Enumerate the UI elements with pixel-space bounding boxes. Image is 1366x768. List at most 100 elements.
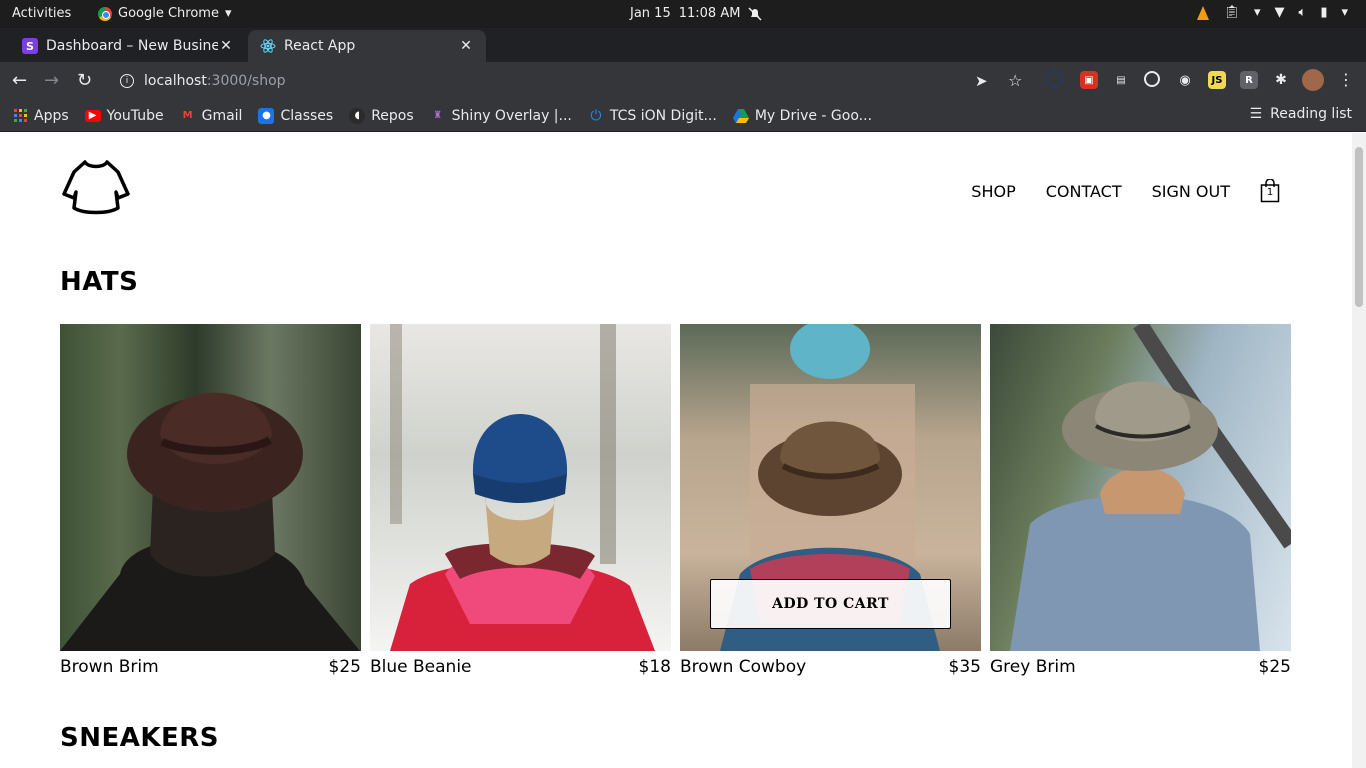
bookmark-my-drive[interactable]: My Drive - Goo... <box>732 107 873 124</box>
chrome-icon <box>98 6 112 21</box>
tab-react-app[interactable]: React App ✕ <box>248 30 486 62</box>
reading-list-label: Reading list <box>1270 106 1352 122</box>
reload-icon[interactable]: ↻ <box>77 70 92 91</box>
product-image <box>370 324 671 651</box>
product-card[interactable]: Brown Brim $25 <box>60 324 361 677</box>
url-host: localhost <box>144 73 207 89</box>
product-name: Grey Brim <box>990 657 1076 677</box>
scrollbar-thumb[interactable] <box>1355 147 1363 307</box>
nav-contact-link[interactable]: CONTACT <box>1046 182 1122 201</box>
github-icon: ◖ <box>349 107 366 124</box>
extension-print-icon[interactable]: ▤ <box>1112 71 1130 89</box>
youtube-icon: ▶ <box>84 109 101 122</box>
clock[interactable]: Jan 15 11:08 AM <box>630 6 762 21</box>
forward-arrow-icon[interactable]: → <box>44 70 59 91</box>
close-tab-icon[interactable]: ✕ <box>218 38 234 54</box>
bookmark-label: Gmail <box>201 107 243 124</box>
bookmark-gmail[interactable]: M Gmail <box>180 108 243 124</box>
site-info-icon[interactable]: i <box>120 74 134 88</box>
page-viewport: SHOP CONTACT SIGN OUT 1 HATS Brown Brim … <box>0 133 1352 768</box>
bookmarks-bar: Apps ▶ YouTube M Gmail ● Classes ◖ Repos… <box>0 100 1366 132</box>
product-card[interactable]: ADD TO CART Brown Cowboy $35 <box>680 324 981 677</box>
vlc-icon[interactable] <box>1197 5 1210 20</box>
tab-title: React App <box>284 38 356 54</box>
bookmark-classes[interactable]: ● Classes <box>258 107 334 124</box>
product-name: Brown Brim <box>60 657 159 677</box>
cart-button[interactable]: 1 <box>1260 178 1280 203</box>
bookmark-label: Repos <box>371 107 414 124</box>
address-bar[interactable]: i localhost:3000/shop <box>108 66 1038 96</box>
bookmark-label: Apps <box>34 107 69 124</box>
caret-down-icon: ▾ <box>1341 5 1348 20</box>
extension-r-icon[interactable]: R <box>1240 71 1258 89</box>
header-nav: SHOP CONTACT SIGN OUT 1 <box>971 178 1280 203</box>
extension-red-icon[interactable]: ▣ <box>1080 71 1098 89</box>
tab-dashboard[interactable]: S Dashboard – New Busines ✕ <box>10 30 246 62</box>
bookmark-tcs-ion[interactable]: ⏻ TCS iON Digit... <box>588 108 717 124</box>
product-caption: Brown Brim $25 <box>60 657 361 677</box>
product-name: Blue Beanie <box>370 657 472 677</box>
bookmark-youtube[interactable]: ▶ YouTube <box>84 107 164 124</box>
extension-circle-icon[interactable] <box>1046 71 1062 87</box>
app-menu[interactable]: Google Chrome ▾ <box>98 6 232 21</box>
notifications-off-icon <box>748 6 762 21</box>
apps-grid-icon <box>14 108 27 122</box>
clock-time: 11:08 AM <box>678 6 741 21</box>
browser-toolbar: ← → ↻ i localhost:3000/shop ➤ ☆ ▣ ▤ ◉ JS… <box>0 62 1366 100</box>
product-caption: Blue Beanie $18 <box>370 657 671 677</box>
menu-kebab-icon[interactable]: ⋮ <box>1338 70 1354 89</box>
volume-icon: 🔈︎ <box>1298 5 1307 20</box>
activities-button[interactable]: Activities <box>12 6 71 21</box>
bookmark-label: Shiny Overlay |... <box>451 107 572 124</box>
gmail-icon: M <box>182 110 193 121</box>
product-name: Brown Cowboy <box>680 657 807 677</box>
reading-list-icon: ☰ <box>1249 106 1263 122</box>
bookmark-repos[interactable]: ◖ Repos <box>349 107 414 124</box>
product-card[interactable]: Grey Brim $25 <box>990 324 1291 677</box>
product-caption: Brown Cowboy $35 <box>680 657 981 677</box>
bookmark-label: TCS iON Digit... <box>609 107 717 124</box>
nav-sign-out-link[interactable]: SIGN OUT <box>1152 182 1230 201</box>
back-arrow-icon[interactable]: ← <box>12 70 27 91</box>
bookmark-shiny-overlay[interactable]: ♜ Shiny Overlay |... <box>430 108 572 124</box>
clock-date: Jan 15 <box>630 6 671 21</box>
wifi-icon: ▼ <box>1274 5 1285 20</box>
bookmark-label: Classes <box>280 107 334 124</box>
product-caption: Grey Brim $25 <box>990 657 1291 677</box>
url-path: :3000/shop <box>206 73 286 89</box>
add-to-cart-button[interactable]: ADD TO CART <box>710 579 951 629</box>
extensions-puzzle-icon[interactable]: ✱ <box>1272 71 1290 89</box>
send-icon[interactable]: ➤ <box>975 72 988 90</box>
tab-title: Dashboard – New Busines <box>46 38 218 54</box>
system-top-bar: Activities Google Chrome ▾ Jan 15 11:08 … <box>0 0 1366 28</box>
app-menu-label: Google Chrome <box>118 6 219 21</box>
hats-preview-row: Brown Brim $25 Blue Beanie $18 ADD TO CA… <box>60 324 1291 677</box>
crown-clothing-logo-icon[interactable] <box>60 158 132 216</box>
extension-bulb-icon[interactable]: ◉ <box>1176 71 1194 89</box>
close-tab-icon[interactable]: ✕ <box>458 38 474 54</box>
extension-target-icon[interactable] <box>1144 71 1160 87</box>
profile-avatar[interactable] <box>1302 69 1324 91</box>
react-icon <box>260 39 276 53</box>
bookmark-apps[interactable]: Apps <box>14 108 69 124</box>
classroom-icon: ● <box>258 107 275 124</box>
nav-shop-link[interactable]: SHOP <box>971 182 1015 201</box>
bookmark-label: My Drive - Goo... <box>754 107 873 124</box>
clipboard-icon[interactable]: 📋︎ <box>1223 5 1240 20</box>
system-tray[interactable]: 📋︎ ▾ ▼ 🔈︎ ▮ ▾ <box>1197 5 1348 20</box>
drive-icon <box>732 108 749 123</box>
product-image <box>60 324 361 651</box>
product-card[interactable]: Blue Beanie $18 <box>370 324 671 677</box>
reading-list-button[interactable]: ☰ Reading list <box>1250 106 1352 122</box>
section-title-hats[interactable]: HATS <box>60 267 138 297</box>
page-scrollbar[interactable] <box>1352 133 1366 768</box>
bookmark-star-icon[interactable]: ☆ <box>1008 71 1022 90</box>
bookmark-label: YouTube <box>106 107 164 124</box>
section-title-sneakers[interactable]: SNEAKERS <box>60 723 219 753</box>
tab-strip: S Dashboard – New Busines ✕ React App ✕ … <box>0 28 1366 82</box>
battery-icon: ▮ <box>1320 5 1328 20</box>
cart-count: 1 <box>1266 187 1274 198</box>
shiny-icon: ♜ <box>433 110 443 121</box>
product-image: ADD TO CART <box>680 324 981 651</box>
extension-js-icon[interactable]: JS <box>1208 71 1226 89</box>
